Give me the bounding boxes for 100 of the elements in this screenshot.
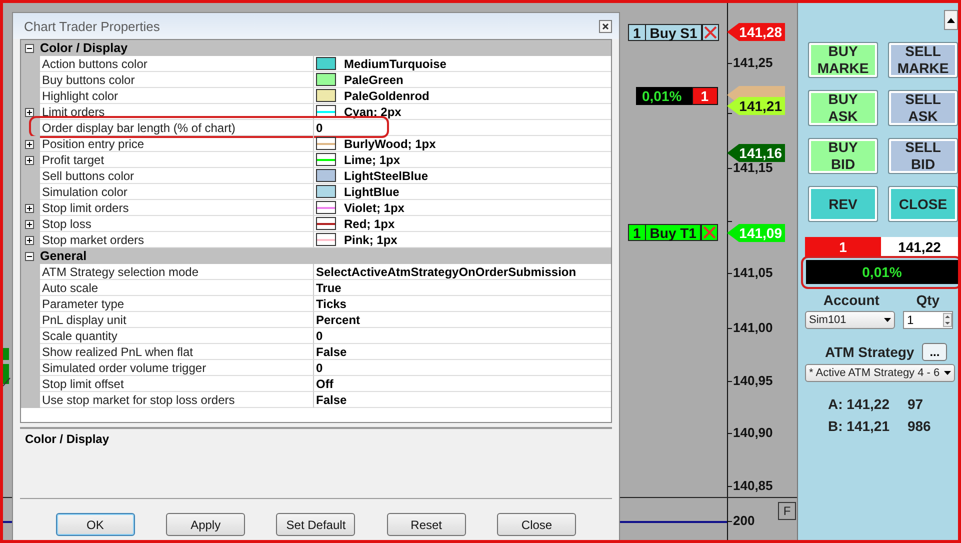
account-label: Account [823,292,880,308]
price-tick: 140,90 [733,425,773,440]
property-value[interactable]: 0 [316,360,323,374]
property-value[interactable]: PaleGoldenrod [344,88,430,102]
property-name[interactable]: Action buttons color [40,56,314,72]
property-name[interactable]: Simulated order volume trigger [40,360,314,376]
property-name[interactable]: Highlight color [40,88,314,104]
property-value[interactable]: LightBlue [344,184,400,198]
atm-settings-button[interactable]: ... [922,343,948,361]
property-name[interactable]: ATM Strategy selection mode [40,264,314,280]
property-value[interactable]: MediumTurquoise [344,56,446,70]
order-button[interactable]: SELL ASK [888,90,958,126]
property-value[interactable]: LightSteelBlue [344,168,428,182]
expand-icon[interactable] [25,156,34,164]
property-name[interactable]: Stop limit orders [40,200,314,216]
property-name[interactable]: Stop loss [40,216,314,232]
property-name[interactable]: Order display bar length (% of chart) [40,120,314,136]
dialog-button[interactable]: Close [497,513,576,536]
property-value[interactable]: SelectActiveAtmStrategyOnOrderSubmission [316,264,576,278]
dialog-button[interactable]: OK [56,513,135,536]
property-name[interactable]: Use stop market for stop loss orders [40,392,314,408]
price-tick: 141,05 [733,265,773,280]
price-tick: 140,95 [733,373,773,388]
candle-drawing [3,348,11,388]
price-tick: 141,15 [733,160,773,175]
property-value[interactable]: 0 [316,328,323,342]
pnl-label: 0,01% [636,87,692,105]
property-name[interactable]: Parameter type [40,296,314,312]
property-name[interactable]: Buy buttons color [40,72,314,88]
atm-strategy-dropdown[interactable]: * Active ATM Strategy 4 - 6 [805,364,955,382]
price-tag: 141,09 [727,224,785,242]
property-value[interactable]: Ticks [316,296,346,310]
caret-icon [944,371,951,375]
price-tick: 200 [733,513,755,528]
expand-icon[interactable] [25,236,34,244]
property-value[interactable]: Red; 1px [344,216,395,230]
collapse-icon[interactable] [25,44,34,52]
quote-size: 97 [907,396,924,412]
cancel-icon[interactable] [701,224,718,241]
expand-icon[interactable] [25,220,34,228]
property-value[interactable]: PaleGreen [344,72,404,86]
quote-price: B: 141,21 [828,418,890,434]
property-value[interactable]: False [316,344,347,358]
price-tick: 141,00 [733,320,773,335]
property-name[interactable]: Auto scale [40,280,314,296]
expand-icon[interactable] [25,108,34,116]
toggle-button[interactable]: F [778,502,796,520]
window-title: Chart Trader Properties [24,18,160,34]
dialog-button[interactable]: Apply [166,513,246,536]
order-label[interactable]: Buy T1 [646,224,702,241]
property-value[interactable]: Percent [316,312,360,326]
property-name[interactable]: Sell buttons color [40,168,314,184]
position-quantity: 1 [692,87,718,105]
property-name[interactable]: Limit orders [40,104,314,120]
cancel-icon[interactable] [702,24,720,41]
property-value[interactable]: Off [316,376,334,390]
property-name[interactable]: Position entry price [40,136,314,152]
property-name[interactable]: Scale quantity [40,328,314,344]
property-name[interactable]: Stop limit offset [40,376,314,392]
spinner-icon[interactable] [943,313,952,327]
property-value[interactable]: False [316,392,347,406]
collapse-icon[interactable] [25,252,34,260]
property-value[interactable]: 0 [316,120,323,134]
dialog-button[interactable]: Set Default [276,513,356,536]
property-name[interactable]: Simulation color [40,184,314,200]
description-title: Color / Display [25,432,110,446]
order-button[interactable]: BUY BID [808,138,878,174]
order-button[interactable]: BUY MARKE [808,42,878,78]
property-name[interactable]: Profit target [40,152,314,168]
close-icon[interactable] [599,20,612,32]
property-value[interactable]: Violet; 1px [344,200,404,214]
category-header[interactable]: Color / Display [40,41,128,55]
property-value[interactable]: Lime; 1px [344,152,400,166]
expand-icon[interactable] [25,204,34,212]
property-value[interactable]: True [316,280,342,294]
category-header[interactable]: General [40,249,87,263]
expand-icon[interactable] [25,140,34,148]
quantity-field[interactable]: 1 [903,311,953,329]
up-arrow-icon [947,18,955,22]
order-label[interactable]: Buy S1 [646,24,702,41]
order-quantity: 1 [628,24,646,41]
property-name[interactable]: Show realized PnL when flat [40,344,314,360]
order-quantity: 1 [628,224,646,241]
price-tag: 141,28 [727,23,785,41]
order-button[interactable]: SELL MARKE [888,42,958,78]
order-button[interactable]: REV [808,186,878,222]
property-value[interactable]: Pink; 1px [344,232,398,246]
property-value[interactable]: BurlyWood; 1px [344,136,436,150]
order-button[interactable]: BUY ASK [808,90,878,126]
order-button[interactable]: CLOSE [888,186,958,222]
scroll-up-button[interactable] [944,10,958,30]
line-swatch [316,153,336,166]
dialog-button[interactable]: Reset [386,513,466,536]
order-button[interactable]: SELL BID [888,138,958,174]
position-price: 141,22 [881,237,958,257]
account-dropdown[interactable]: Sim101 [805,311,895,329]
line-swatch [316,217,336,230]
price-tick: 141,25 [733,55,773,70]
property-name[interactable]: PnL display unit [40,312,314,328]
quote-size: 986 [907,418,931,434]
